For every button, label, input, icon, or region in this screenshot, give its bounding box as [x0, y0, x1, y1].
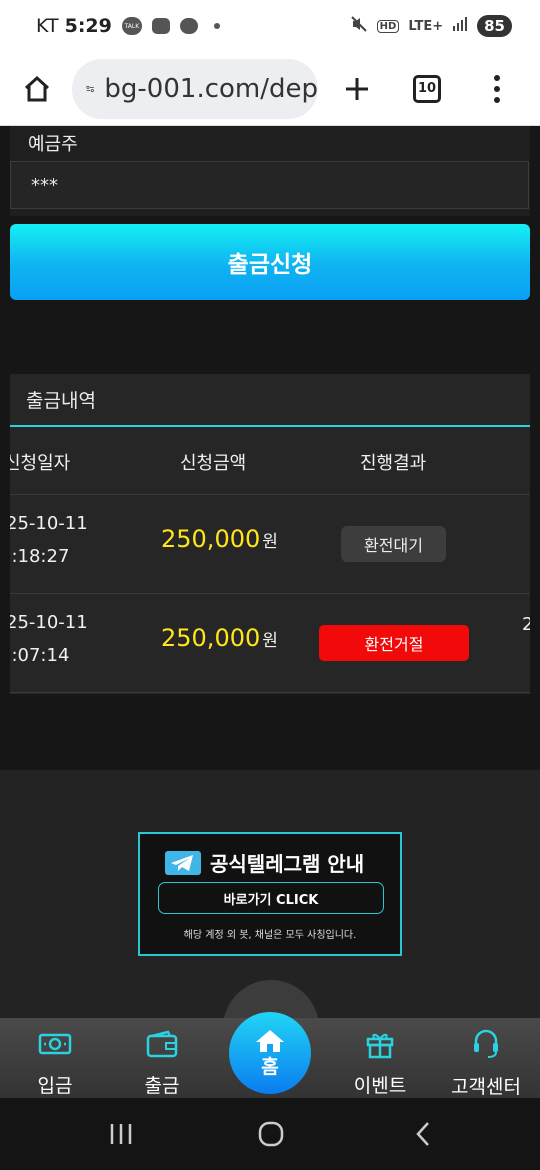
depositor-field[interactable]: ***: [10, 161, 529, 209]
home-icon: [24, 75, 50, 101]
gift-icon: [365, 1028, 395, 1059]
game-controller-icon: [179, 18, 198, 34]
depositor-label: 예금주: [28, 134, 78, 155]
withdraw-form: 예금주 ***: [10, 126, 530, 216]
battery-indicator: 85: [477, 15, 512, 37]
wallet-icon: [146, 1028, 178, 1059]
column-header-status: 진행결과: [360, 453, 427, 474]
signal-icon: [452, 16, 468, 36]
status-badge: 환전거절: [319, 625, 469, 661]
nav-deposit-label: 입금: [37, 1075, 73, 1097]
telegram-link-button[interactable]: 바로가기 CLICK: [158, 882, 384, 914]
kakaotalk-icon: TALK: [121, 17, 142, 35]
nav-withdraw-label: 출금: [144, 1075, 180, 1097]
system-home-button[interactable]: [254, 1118, 288, 1150]
telegram-title: 공식텔레그램 안내: [210, 852, 365, 876]
site-settings-icon: [86, 85, 94, 92]
telegram-notice: 해당 계정 외 봇, 채널은 모두 사칭입니다.: [183, 930, 357, 941]
url-text: bg-001.com/dep: [104, 73, 318, 104]
notification-dot-icon: [213, 23, 220, 29]
browser-menu-button[interactable]: [462, 59, 532, 119]
menu-dot-icon: [494, 96, 500, 103]
row-amount: 250,000 원: [161, 624, 278, 652]
nav-deposit[interactable]: 입금: [20, 1018, 90, 1098]
recent-apps-button[interactable]: [104, 1118, 138, 1150]
browser-home-button[interactable]: [2, 59, 72, 119]
amount-value: 250,000: [161, 624, 261, 652]
new-tab-button[interactable]: [322, 59, 392, 119]
nav-event-label: 이벤트: [353, 1075, 407, 1097]
plus-icon: [346, 77, 368, 100]
browser-toolbar: bg-001.com/dep 10: [0, 52, 540, 126]
recent-apps-icon: [110, 1124, 132, 1144]
column-header-date: 신청일자: [10, 453, 71, 474]
row-date: 25-10-11: [10, 612, 88, 633]
address-bar[interactable]: bg-001.com/dep: [72, 58, 318, 119]
hd-icon: HD: [376, 19, 400, 33]
circle-home-icon: [258, 1121, 284, 1147]
table-row: 25-10-11 7:18:27 250,000원 환전대기: [10, 495, 530, 594]
row-extra-cell: 2: [522, 614, 530, 635]
telegram-icon: [165, 850, 201, 875]
system-navigation-bar: [0, 1098, 540, 1170]
currency-unit: 원: [262, 631, 278, 651]
network-type: LTE+: [408, 18, 444, 34]
menu-dot-icon: [494, 85, 500, 92]
page-content: 예금주 *** 출금신청 출금내역 신청일자 신청금액 진행결과 25-10-1…: [0, 126, 540, 1018]
nav-withdraw[interactable]: 출금: [127, 1018, 197, 1098]
cross-app-icon: [151, 18, 170, 34]
telegram-banner[interactable]: 공식텔레그램 안내 바로가기 CLICK 해당 계정 외 봇, 채널은 모두 사…: [138, 832, 402, 956]
menu-dot-icon: [494, 74, 500, 81]
amount-value: 250,000: [161, 525, 261, 553]
back-chevron-icon: [416, 1122, 429, 1146]
nav-event[interactable]: 이벤트: [340, 1018, 420, 1098]
headset-icon: [471, 1028, 501, 1060]
table-row: 25-10-11 7:07:14 250,000원 환전거절 2: [10, 594, 530, 693]
home-icon: [256, 1029, 284, 1052]
clock: 5:29: [64, 15, 112, 37]
currency-unit: 원: [262, 532, 278, 552]
status-bar: KT 5:29 TALK HD LTE+ 85: [0, 0, 540, 52]
row-amount: 250,000 원: [161, 525, 278, 553]
money-icon: [38, 1028, 72, 1059]
telegram-title-row: 공식텔레그램 안내: [164, 848, 364, 877]
history-table-header: 신청일자 신청금액 진행결과: [10, 427, 530, 495]
back-button[interactable]: [406, 1118, 440, 1150]
row-time: 7:18:27: [10, 546, 70, 567]
row-time: 7:07:14: [10, 645, 70, 666]
carrier-label: KT: [36, 15, 59, 37]
tab-switcher-button[interactable]: 10: [392, 59, 462, 119]
mute-icon: [350, 15, 368, 37]
row-date: 25-10-11: [10, 513, 88, 534]
withdraw-history-panel: 출금내역 신청일자 신청금액 진행결과 25-10-11 7:18:27 250…: [10, 374, 530, 694]
tab-count: 10: [413, 74, 441, 103]
nav-support[interactable]: 고객센터: [440, 1018, 532, 1098]
column-header-amount: 신청금액: [180, 453, 247, 474]
withdraw-request-button[interactable]: 출금신청: [10, 224, 530, 300]
nav-home-button[interactable]: 홈: [229, 1012, 311, 1094]
nav-home-label: 홈: [261, 1055, 279, 1078]
status-badge: 환전대기: [341, 526, 446, 562]
nav-support-label: 고객센터: [451, 1076, 521, 1098]
history-title: 출금내역: [10, 374, 530, 427]
